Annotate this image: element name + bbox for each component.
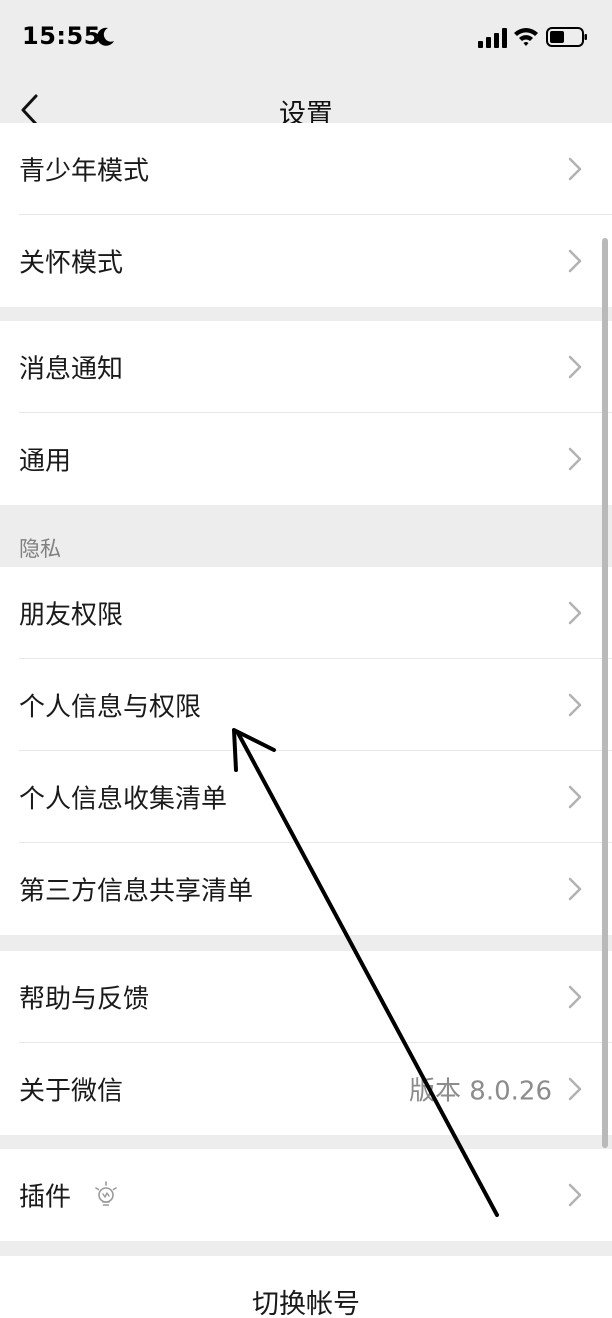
row-teen-mode[interactable]: 青少年模式 [0,123,612,215]
row-label: 通用 [19,446,72,477]
scroll-indicator [602,238,608,1148]
row-label: 朋友权限 [19,600,124,631]
status-time: 15:55 [22,22,101,50]
row-care-mode[interactable]: 关怀模式 [0,215,612,307]
row-label: 个人信息与权限 [19,692,202,723]
row-personal-info-permissions[interactable]: 个人信息与权限 [0,659,612,751]
row-notifications[interactable]: 消息通知 [0,321,612,413]
chevron-right-icon [568,157,582,181]
settings-group-plugins: 插件 [0,1149,612,1241]
version-value: 版本 8.0.26 [409,1076,552,1107]
row-third-party-sharing[interactable]: 第三方信息共享清单 [0,843,612,935]
row-plugins[interactable]: 插件 [0,1149,612,1241]
row-label: 个人信息收集清单 [19,784,228,815]
chevron-right-icon [568,249,582,273]
row-general[interactable]: 通用 [0,413,612,505]
section-header-privacy: 隐私 [19,537,61,561]
row-label: 帮助与反馈 [19,984,150,1015]
row-about-wechat[interactable]: 关于微信 版本 8.0.26 [0,1043,612,1135]
settings-group-general: 消息通知 通用 [0,321,612,505]
row-personal-info-collection[interactable]: 个人信息收集清单 [0,751,612,843]
chevron-right-icon [568,1183,582,1207]
switch-account-button[interactable]: 切换帐号 [0,1256,612,1318]
chevron-right-icon [568,1077,582,1101]
settings-screen: 15:55 设置 青少年模式 关怀模式 消息通知 通用 隐私 朋友权限 个人信息… [0,0,612,1318]
switch-account-label: 切换帐号 [252,1289,360,1318]
row-label: 关怀模式 [19,248,124,279]
chevron-right-icon [568,355,582,379]
row-label: 关于微信 [19,1076,124,1107]
chevron-right-icon [568,985,582,1009]
wifi-icon [514,28,538,46]
status-bar: 15:55 [0,0,612,78]
chevron-right-icon [568,785,582,809]
chevron-right-icon [568,447,582,471]
row-label: 第三方信息共享清单 [19,876,254,907]
chevron-right-icon [568,693,582,717]
settings-group-modes: 青少年模式 关怀模式 [0,123,612,307]
row-friend-permissions[interactable]: 朋友权限 [0,567,612,659]
row-label: 消息通知 [19,354,124,385]
row-label: 青少年模式 [19,156,150,187]
moon-icon [97,27,114,46]
lightbulb-icon [95,1181,117,1206]
row-label: 插件 [19,1182,72,1213]
battery-icon [546,27,587,47]
chevron-right-icon [568,877,582,901]
settings-group-privacy: 朋友权限 个人信息与权限 个人信息收集清单 第三方信息共享清单 [0,567,612,935]
settings-group-about: 帮助与反馈 关于微信 版本 8.0.26 [0,951,612,1135]
signal-icon [478,28,507,48]
chevron-right-icon [568,601,582,625]
row-help-feedback[interactable]: 帮助与反馈 [0,951,612,1043]
